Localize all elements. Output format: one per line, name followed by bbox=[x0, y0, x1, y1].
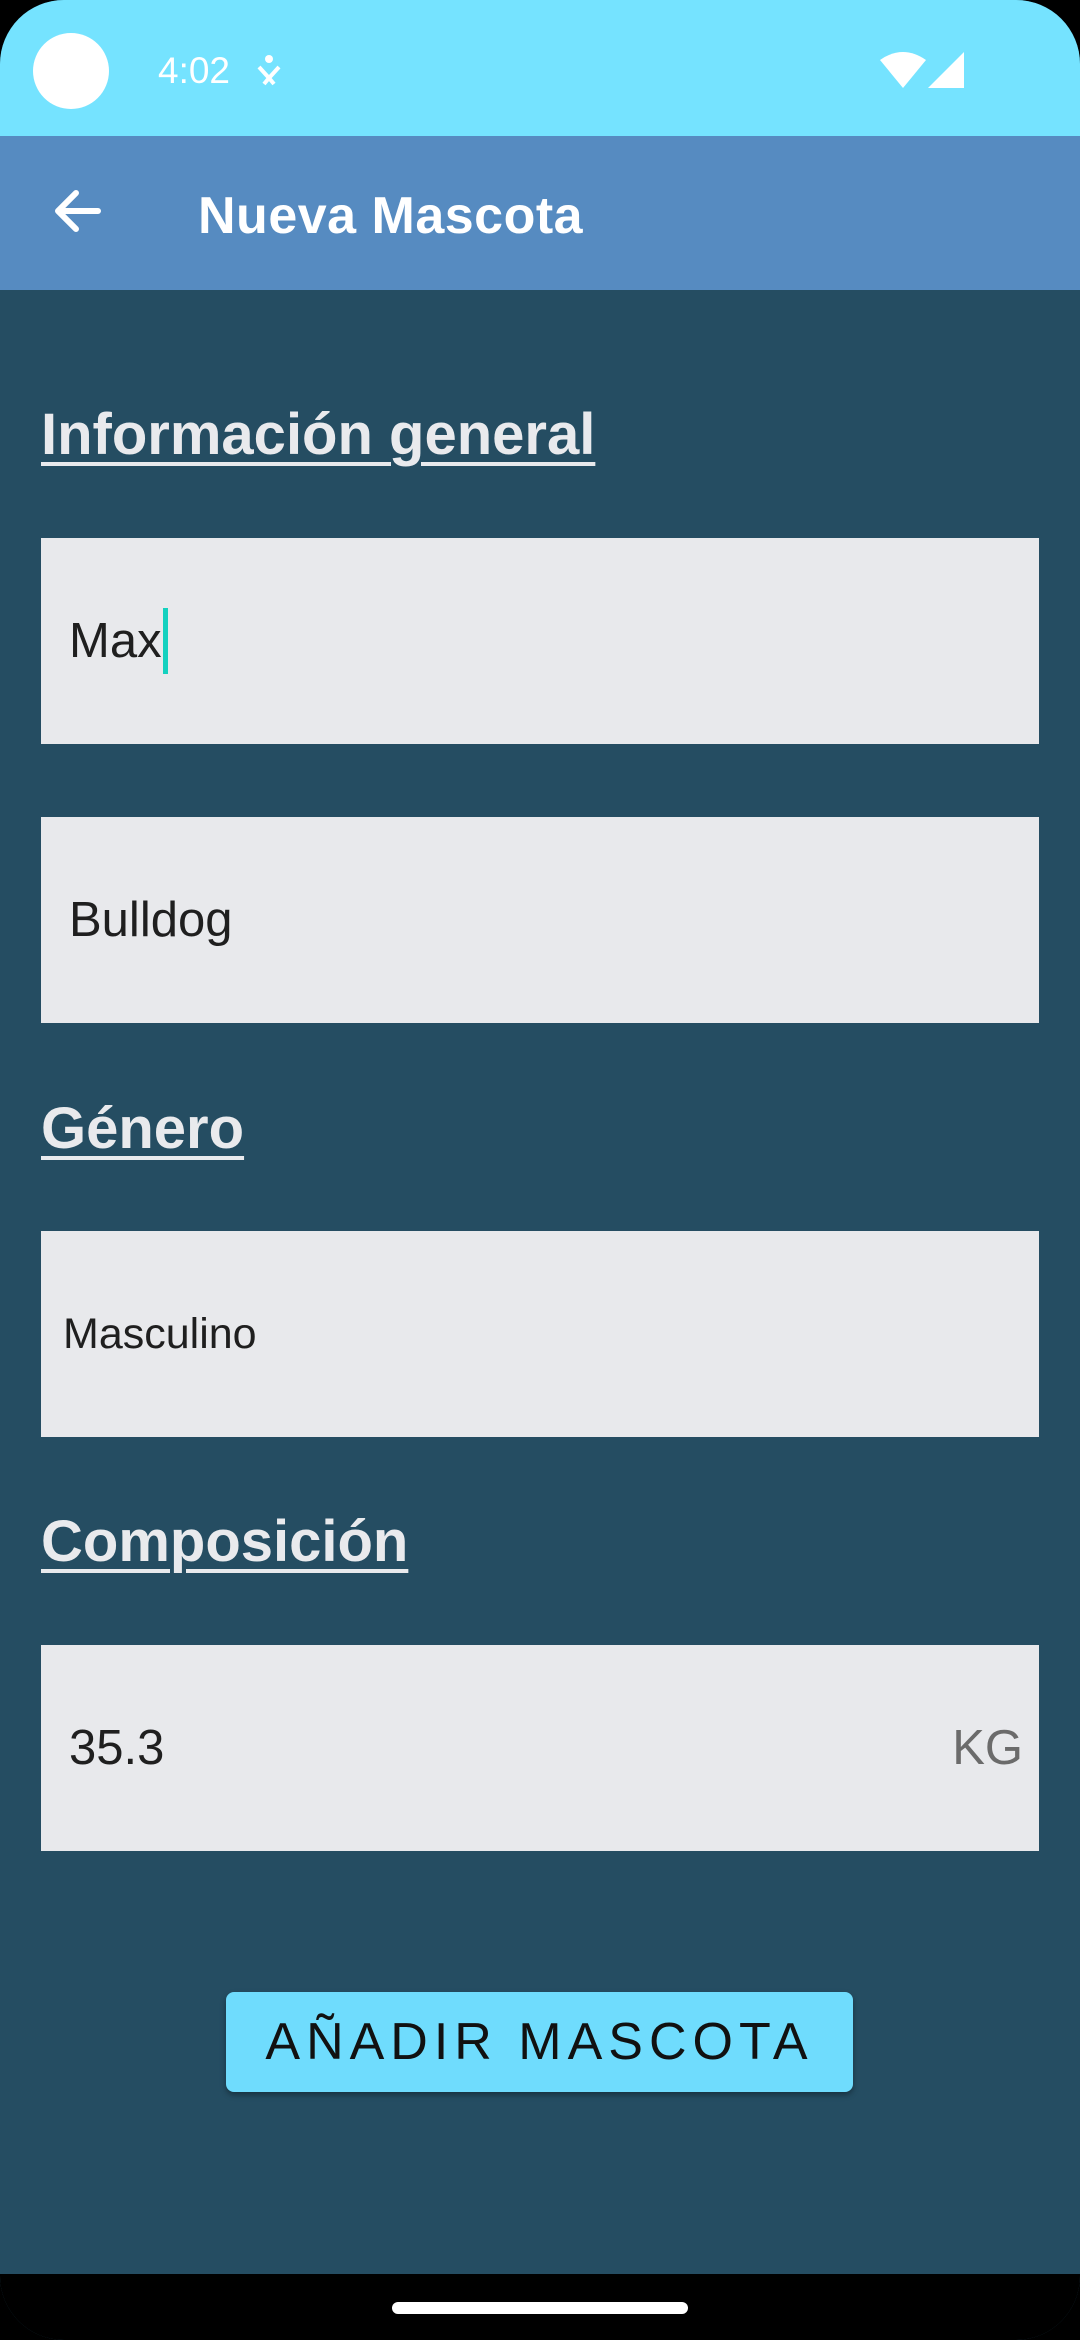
add-pet-button[interactable]: AÑADIR MASCOTA bbox=[226, 1992, 853, 2092]
weight-field[interactable]: 35.3 KG bbox=[41, 1645, 1039, 1851]
add-pet-button-label: AÑADIR MASCOTA bbox=[265, 2013, 814, 2071]
weight-input[interactable]: 35.3 bbox=[69, 1645, 164, 1851]
status-bar: 4:02 bbox=[0, 0, 1080, 136]
wifi-icon bbox=[880, 52, 926, 88]
gender-select[interactable]: Masculino bbox=[41, 1231, 1039, 1437]
section-heading-gender: Género bbox=[41, 1096, 245, 1161]
text-cursor bbox=[162, 608, 168, 675]
breed-input[interactable]: Bulldog bbox=[69, 817, 232, 1023]
status-time: 4:02 bbox=[158, 50, 231, 91]
app-bar: Nueva Mascota bbox=[0, 136, 1080, 290]
screen: 4:02 Nueva Mascota Información general M… bbox=[0, 0, 1080, 2340]
section-heading-general: Información general bbox=[41, 402, 596, 467]
arrow-back-icon bbox=[55, 190, 101, 232]
weight-unit-suffix: KG bbox=[952, 1721, 1023, 1775]
camera-dot-icon bbox=[33, 33, 109, 109]
section-heading-composition: Composición bbox=[41, 1509, 409, 1574]
name-field[interactable]: Max bbox=[41, 538, 1039, 744]
breed-field[interactable]: Bulldog bbox=[41, 817, 1039, 1023]
back-button[interactable] bbox=[36, 169, 120, 253]
signal-icon bbox=[928, 52, 964, 88]
home-handle[interactable] bbox=[392, 2302, 688, 2314]
name-value: Max bbox=[69, 614, 162, 668]
gender-selected-value: Masculino bbox=[63, 1310, 257, 1358]
name-input[interactable]: Max bbox=[69, 538, 168, 744]
accessibility-icon bbox=[256, 54, 282, 88]
page-title: Nueva Mascota bbox=[198, 187, 584, 245]
navigation-bar bbox=[0, 2274, 1080, 2340]
